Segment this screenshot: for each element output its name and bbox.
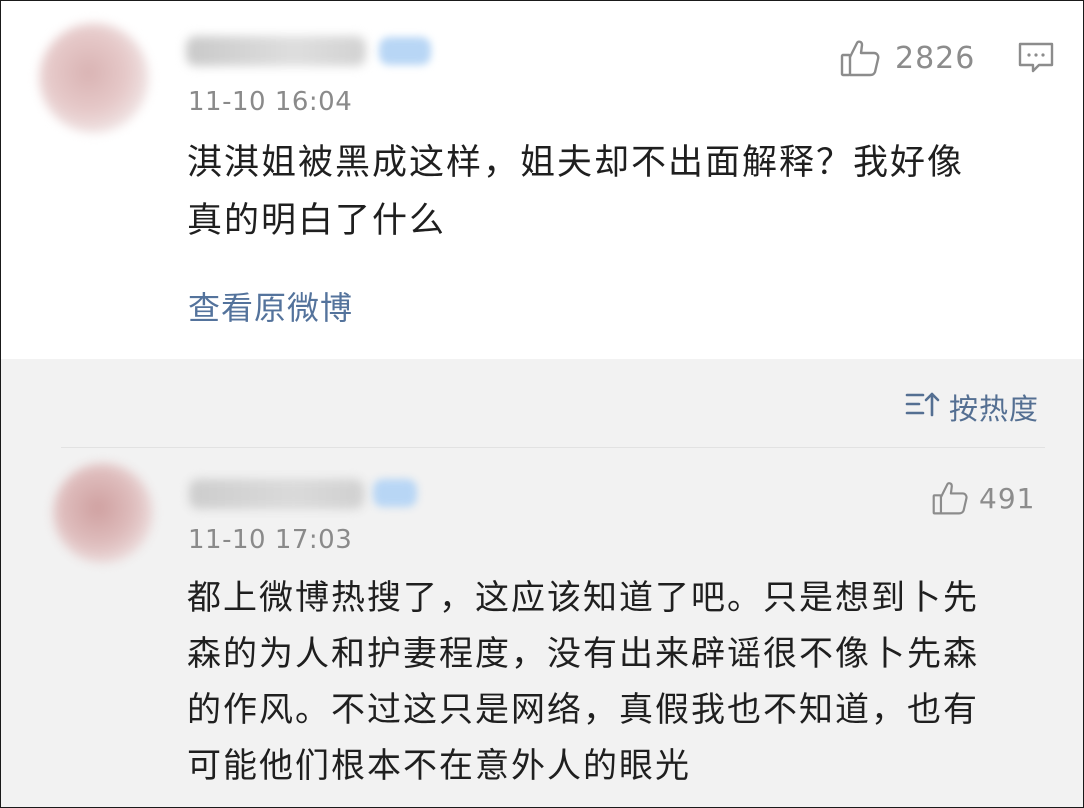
- comment-like-count: 491: [979, 481, 1036, 515]
- sort-label: 按热度: [949, 392, 1040, 426]
- user-avatar[interactable]: [39, 23, 149, 133]
- main-post: 11-10 16:04 2826 淇淇姐被黑成这样，姐夫却不出面解释？我好像 真…: [1, 1, 1083, 359]
- username-blurred[interactable]: [186, 36, 366, 66]
- comment-text-line-3: 的作风。不过这只是网络，真假我也不知道，也有: [187, 690, 979, 730]
- post-time: 11-10 16:04: [188, 87, 353, 117]
- thumbs-up-icon: [931, 479, 969, 517]
- post-text-line-2: 真的明白了什么: [187, 201, 447, 241]
- comment-text-line-4: 可能他们根本不在意外人的眼光: [187, 746, 691, 786]
- thumbs-up-icon: [839, 37, 881, 79]
- section-divider: [61, 447, 1045, 448]
- comment-text-line-1: 都上微博热搜了，这应该知道了吧。只是想到卜先: [187, 578, 979, 618]
- commenter-avatar[interactable]: [53, 463, 153, 563]
- comment-icon[interactable]: [1017, 41, 1055, 79]
- comment-text-line-2: 森的为人和护妻程度，没有出来辟谣很不像卜先森: [187, 634, 979, 674]
- commenter-name-blurred[interactable]: [189, 479, 364, 509]
- screenshot-frame: 11-10 16:04 2826 淇淇姐被黑成这样，姐夫却不出面解释？我好像 真…: [0, 0, 1084, 808]
- commenter-badge-blurred: [373, 479, 417, 507]
- like-count: 2826: [895, 40, 976, 76]
- like-button[interactable]: 2826: [839, 37, 975, 79]
- view-original-weibo-link[interactable]: 查看原微博: [188, 283, 353, 329]
- sort-icon: [905, 389, 941, 426]
- post-text-line-1: 淇淇姐被黑成这样，姐夫却不出面解释？我好像: [187, 143, 965, 183]
- sort-by-hot-button[interactable]: 按热度: [905, 386, 1039, 428]
- comment-time: 11-10 17:03: [188, 525, 353, 555]
- user-badge-blurred: [379, 37, 431, 65]
- comment-like-button[interactable]: 491: [931, 479, 1035, 517]
